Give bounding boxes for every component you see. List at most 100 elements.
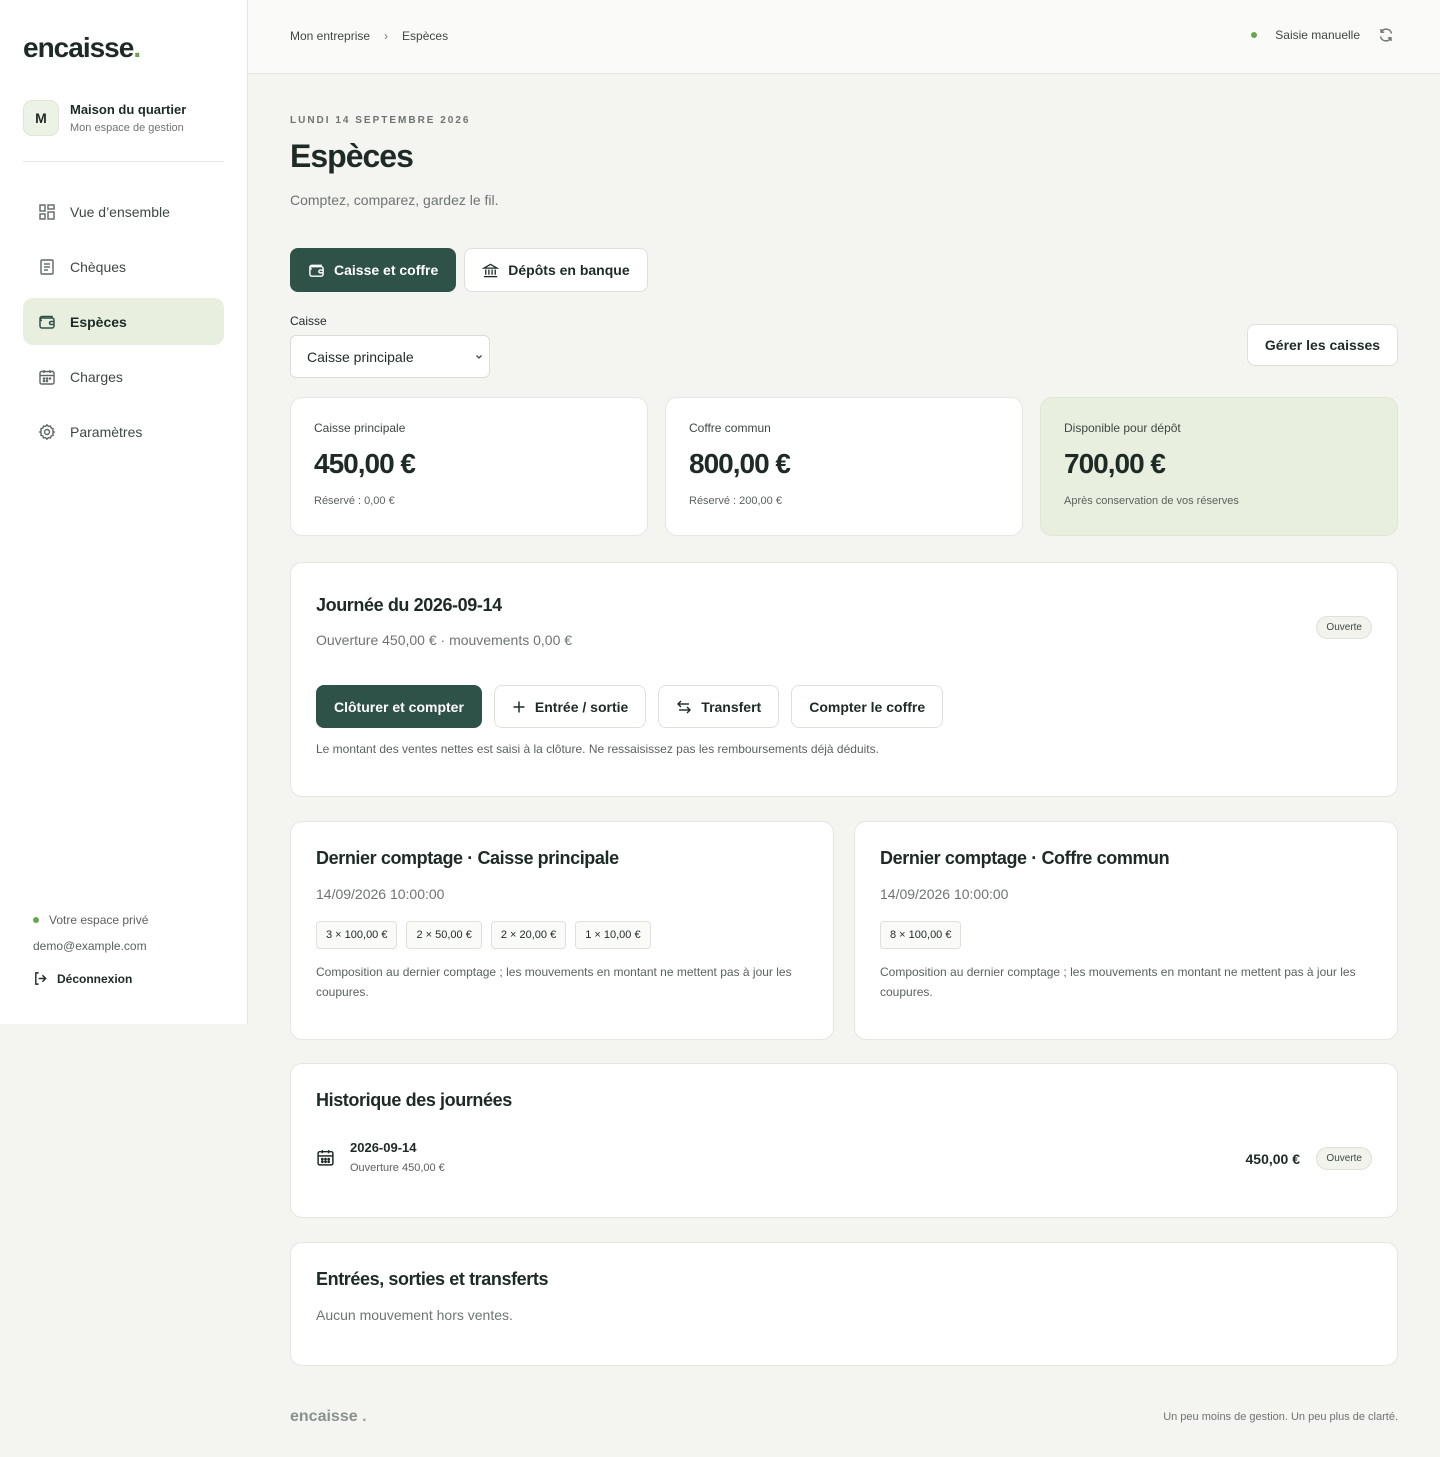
denomination-chip: 8 × 100,00 €	[880, 921, 962, 949]
chevron-down-icon	[476, 355, 482, 359]
day-card: Journée du 2026-09-14 Ouverture 450,00 €…	[290, 562, 1398, 797]
stat-label: Caisse principale	[314, 421, 406, 435]
last-count-card-safe: Dernier comptage · Coffre commun 14/09/2…	[854, 821, 1398, 1040]
register-select-value: Caisse principale	[307, 348, 414, 365]
sidebar-item-charges[interactable]: Charges	[23, 353, 224, 400]
last-count-card-register: Dernier comptage · Caisse principale 14/…	[290, 821, 834, 1040]
account-email: demo@example.com	[33, 939, 147, 953]
history-date: 2026-09-14	[350, 1140, 417, 1155]
calendar-icon	[39, 369, 55, 385]
transfer-label: Transfert	[701, 698, 762, 715]
sidebar-item-label: Vue d’ensemble	[70, 203, 170, 220]
bank-icon	[482, 263, 500, 277]
transfer-button[interactable]: Transfert	[658, 685, 780, 728]
plus-icon	[513, 701, 525, 712]
day-summary: Ouverture 450,00 € · mouvements 0,00 €	[316, 632, 573, 648]
day-title: Journée du 2026-09-14	[316, 595, 502, 615]
day-note: Le montant des ventes nettes est saisi à…	[316, 742, 879, 756]
tab-bank-deposits[interactable]: Dépôts en banque	[464, 248, 648, 292]
tab-label: Caisse et coffre	[334, 262, 439, 278]
sidebar-item-cheques[interactable]: Chèques	[23, 243, 224, 290]
breadcrumb-item-current: Espèces	[402, 29, 449, 43]
private-space-indicator: Votre espace privé	[33, 913, 148, 927]
brand-logo[interactable]: encaisse.	[23, 32, 141, 64]
tab-cash-and-safe[interactable]: Caisse et coffre	[290, 248, 457, 292]
denomination-chip: 2 × 50,00 €	[406, 921, 482, 949]
page-title: Espèces	[290, 138, 414, 174]
stat-label: Coffre commun	[689, 421, 771, 435]
org-switcher[interactable]: M Maison du quartier Mon espace de gesti…	[23, 100, 186, 136]
stat-value: 800,00 €	[689, 448, 791, 479]
count-safe-button[interactable]: Compter le coffre	[791, 685, 944, 728]
denomination-list: 3 × 100,00 € 2 × 50,00 € 2 × 20,00 € 1 ×…	[316, 921, 660, 949]
last-count-note: Composition au dernier comptage ; les mo…	[880, 965, 1356, 999]
account-panel: Votre espace privé demo@example.com Déco…	[33, 913, 148, 986]
org-avatar: M	[23, 100, 59, 136]
history-card: Historique des journées 2026-09-14 Ouver…	[290, 1063, 1398, 1218]
wallet-icon	[39, 315, 55, 329]
sidebar-item-label: Espèces	[70, 313, 127, 330]
stat-value: 700,00 €	[1064, 448, 1166, 479]
last-count-title: Dernier comptage · Coffre commun	[880, 848, 1170, 868]
breadcrumb-item-company[interactable]: Mon entreprise	[290, 29, 370, 43]
sidebar-item-especes[interactable]: Espèces	[23, 298, 224, 345]
stat-card-shared-safe: Coffre commun 800,00 € Réservé : 200,00 …	[665, 397, 1023, 536]
gear-icon	[38, 423, 56, 440]
logout-label: Déconnexion	[57, 971, 133, 986]
dashboard-icon	[39, 203, 55, 220]
stat-card-available-deposit: Disponible pour dépôt 700,00 € Après con…	[1040, 397, 1398, 536]
breadcrumb-separator: ›	[384, 29, 389, 43]
register-select[interactable]: Caisse principale	[290, 335, 490, 378]
stat-label: Disponible pour dépôt	[1064, 421, 1181, 435]
org-name: Maison du quartier	[70, 102, 187, 117]
denomination-chip: 2 × 20,00 €	[490, 921, 567, 949]
tab-label: Dépôts en banque	[508, 262, 630, 278]
movements-title: Entrées, sorties et transferts	[316, 1269, 549, 1289]
view-tabs: Caisse et coffre Dépôts en banque	[290, 248, 656, 292]
sidebar-divider	[23, 161, 224, 162]
logout-button[interactable]: Déconnexion	[33, 971, 148, 986]
sync-label: Saisie manuelle	[1275, 28, 1360, 42]
last-count-datetime: 14/09/2026 10:00:00	[880, 886, 1009, 902]
movements-empty-state: Aucun mouvement hors ventes.	[316, 1307, 513, 1323]
denomination-list: 8 × 100,00 €	[880, 921, 970, 949]
entry-exit-button[interactable]: Entrée / sortie	[493, 685, 647, 728]
calendar-icon	[317, 1150, 334, 1166]
refresh-icon[interactable]	[1378, 27, 1394, 43]
sidebar-item-label: Paramètres	[70, 423, 143, 440]
receipt-icon	[40, 258, 54, 275]
sync-status: Saisie manuelle	[1251, 27, 1394, 43]
sidebar-nav: Vue d’ensemble Chèques Espèces Charges P…	[23, 188, 224, 463]
page-subtitle: Comptez, comparez, gardez le fil.	[290, 192, 499, 208]
status-dot	[33, 917, 39, 923]
last-count-title: Dernier comptage · Caisse principale	[316, 848, 619, 868]
footer-tagline: Un peu moins de gestion. Un peu plus de …	[1163, 1411, 1398, 1423]
transfer-arrows-icon	[677, 700, 692, 713]
breadcrumb: Mon entreprise › Espèces	[290, 29, 448, 43]
wallet-icon	[309, 264, 324, 277]
denomination-chip: 1 × 10,00 €	[575, 921, 651, 949]
history-amount: 450,00 €	[1245, 1151, 1301, 1167]
status-badge: Ouverte	[1316, 616, 1372, 639]
history-title: Historique des journées	[316, 1090, 512, 1110]
topbar: Mon entreprise › Espèces Saisie manuelle	[248, 0, 1440, 74]
last-count-datetime: 14/09/2026 10:00:00	[316, 886, 445, 902]
stat-value: 450,00 €	[314, 448, 416, 479]
stat-subtext: Réservé : 0,00 €	[314, 495, 395, 507]
entry-exit-label: Entrée / sortie	[534, 698, 629, 715]
close-and-count-button[interactable]: Clôturer et compter	[316, 685, 482, 728]
last-count-note: Composition au dernier comptage ; les mo…	[316, 965, 792, 999]
balance-summary: Caisse principale 450,00 € Réservé : 0,0…	[290, 397, 1398, 536]
movements-card: Entrées, sorties et transferts Aucun mou…	[290, 1242, 1398, 1366]
history-opening: Ouverture 450,00 €	[350, 1162, 445, 1174]
footer-logo: encaisse .	[290, 1408, 367, 1425]
manage-registers-button[interactable]: Gérer les caisses	[1247, 324, 1398, 366]
sidebar-item-settings[interactable]: Paramètres	[23, 408, 224, 455]
sidebar-item-label: Chèques	[70, 258, 127, 275]
stat-card-main-register: Caisse principale 450,00 € Réservé : 0,0…	[290, 397, 648, 536]
sidebar: encaisse. M Maison du quartier Mon espac…	[0, 0, 248, 1024]
logout-icon	[35, 972, 47, 985]
stat-subtext: Réservé : 200,00 €	[689, 495, 782, 507]
sidebar-item-overview[interactable]: Vue d’ensemble	[23, 188, 224, 235]
history-row[interactable]: 2026-09-14 Ouverture 450,00 € 450,00 € O…	[316, 1138, 1372, 1178]
